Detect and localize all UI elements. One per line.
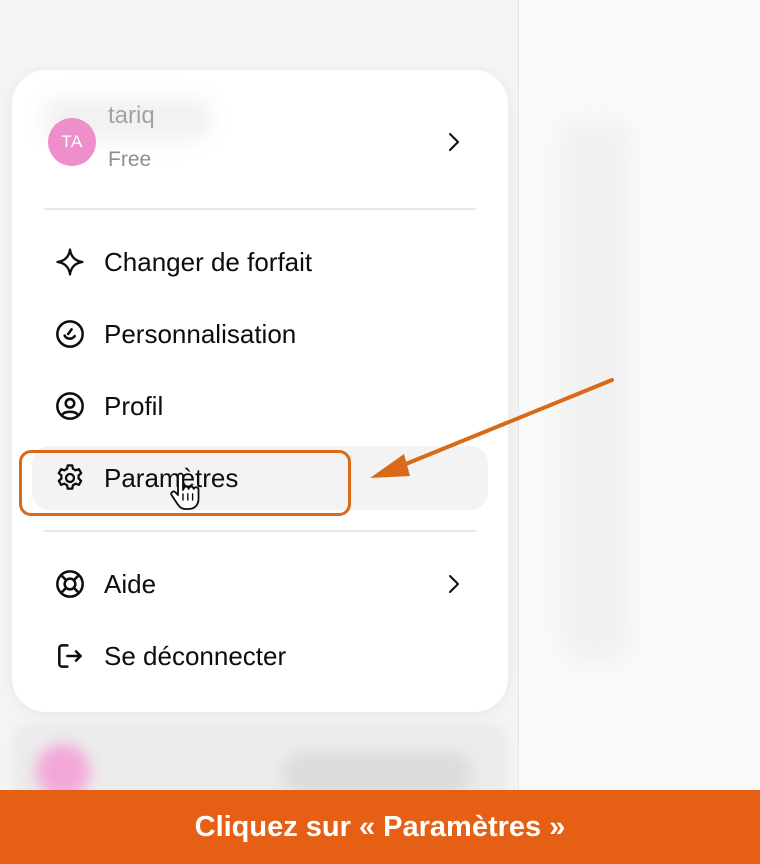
account-name: tariq <box>108 102 155 129</box>
menu-divider <box>44 530 476 532</box>
account-plan: Free <box>108 148 152 171</box>
menu-divider <box>44 208 476 210</box>
menu-item-label: Personnalisation <box>104 318 297 349</box>
menu-item-label: Se déconnecter <box>104 640 287 671</box>
account-row[interactable]: TA tariq Free <box>12 102 508 190</box>
personalization-icon <box>52 316 88 352</box>
menu-item-logout[interactable]: Se déconnecter <box>32 624 488 688</box>
menu-item-upgrade-plan[interactable]: Changer de forfait <box>32 230 488 294</box>
avatar: TA <box>48 118 96 166</box>
pointer-arrow <box>370 378 614 478</box>
menu-item-help[interactable]: Aide <box>32 552 488 616</box>
user-circle-icon <box>52 388 88 424</box>
lifebuoy-icon <box>52 566 88 602</box>
instruction-banner: Cliquez sur « Paramètres » <box>0 790 760 864</box>
hand-cursor-icon <box>170 472 200 510</box>
chevron-right-icon <box>449 575 459 593</box>
sparkle-icon <box>52 244 88 280</box>
menu-item-label: Profil <box>104 390 164 421</box>
logout-icon <box>52 638 88 674</box>
menu-item-label: Changer de forfait <box>104 246 313 277</box>
chevron-right-icon <box>449 133 459 151</box>
menu-item-personalization[interactable]: Personnalisation <box>32 302 488 366</box>
menu-item-label: Aide <box>104 568 157 599</box>
